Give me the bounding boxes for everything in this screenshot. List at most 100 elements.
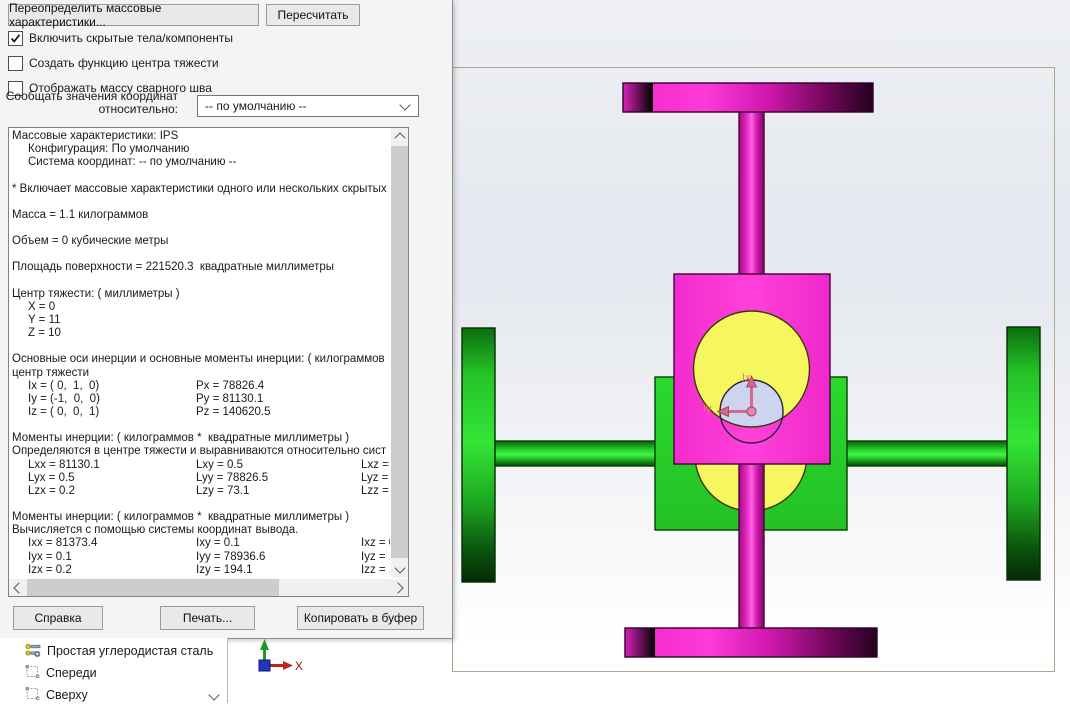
results-cell: Основные оси инерции и основные моменты … (12, 353, 385, 365)
results-line: Lxx = 81130.1Lxy = 0.5Lxz = 0.2 (9, 459, 390, 472)
magenta-flange-top[interactable] (623, 83, 873, 112)
material-icon (25, 642, 41, 661)
results-cell: Izy = 194.1 (196, 564, 253, 576)
plane-icon (25, 664, 40, 682)
results-cell: Izz = 140753.7 (361, 564, 390, 576)
results-line: Вычисляется с помощью системы координат … (9, 524, 390, 537)
results-cell: Iyz = 194.1 (361, 551, 390, 563)
results-cell: Центр тяжести: ( миллиметры ) (12, 288, 180, 300)
results-line: Z = 10 (9, 327, 390, 340)
results-cell: Lyx = 0.5 (28, 472, 75, 484)
results-cell: Ixy = 0.1 (196, 537, 240, 549)
results-cell: Ix = ( 0, 1, 0) (28, 380, 99, 392)
recalculate-button[interactable]: Пересчитать (266, 4, 360, 26)
green-shaft-left[interactable] (494, 441, 656, 466)
tree-item[interactable]: Спереди (25, 664, 97, 682)
horizontal-scrollbar[interactable] (9, 579, 408, 596)
plane-icon (25, 686, 40, 704)
magenta-flange-bottom[interactable] (625, 628, 877, 657)
results-cell: Система координат: -- по умолчанию -- (28, 156, 236, 168)
results-line (9, 222, 390, 235)
tree-item-label: Простая углеродистая сталь (47, 644, 213, 658)
tree-item[interactable]: Сверху (25, 686, 88, 704)
results-cell: X = 0 (28, 301, 55, 313)
results-line (9, 498, 390, 511)
chevron-down-icon (208, 689, 219, 700)
results-line: Lzx = 0.2Lzy = 73.1Lzz = 140620.5 (9, 485, 390, 498)
results-line: Конфигурация: По умолчанию (9, 143, 390, 156)
results-line: Площадь поверхности = 221520.3 квадратны… (9, 261, 390, 274)
tree-item-label: Сверху (46, 688, 88, 702)
results-line (9, 419, 390, 432)
green-flange-left[interactable] (462, 328, 495, 582)
results-line: Определяются в центре тяжести и выравнив… (9, 445, 390, 458)
results-line: Моменты инерции: ( килограммов * квадрат… (9, 511, 390, 524)
checkbox-row[interactable]: Создать функцию центра тяжести (8, 56, 219, 70)
results-cell: Py = 81130.1 (196, 393, 263, 405)
results-cell: Lyz = 73.1 (361, 472, 390, 484)
scroll-left-icon[interactable] (13, 582, 24, 593)
results-cell: Iyx = 0.1 (28, 551, 72, 563)
checkbox-row[interactable]: Включить скрытые тела/компоненты (8, 31, 233, 45)
scroll-up-icon[interactable] (394, 132, 405, 143)
results-line (9, 196, 390, 209)
results-cell: Вычисляется с помощью системы координат … (12, 524, 298, 536)
green-shaft-right[interactable] (830, 441, 1008, 466)
com-origin-ball (747, 407, 756, 416)
x-axis-label: X (295, 659, 303, 673)
checkbox-unchecked[interactable] (8, 56, 23, 71)
coordinate-system-select[interactable]: -- по умолчанию -- (197, 95, 419, 117)
results-cell: Lzz = 140620.5 (361, 485, 390, 497)
results-line: X = 0 (9, 301, 390, 314)
model-shapes[interactable] (462, 83, 1040, 657)
results-line: Ix = ( 0, 1, 0) Px = 78826.4 (9, 380, 390, 393)
mass-properties-results[interactable]: Массовые характеристики: IPSКонфигурация… (8, 127, 409, 597)
results-line: Масса = 1.1 килограммов (9, 209, 390, 222)
results-line: Объем = 0 кубические метры (9, 235, 390, 248)
results-cell: Определяются в центре тяжести и выравнив… (12, 445, 386, 457)
horizontal-scrollbar-thumb[interactable] (27, 579, 279, 596)
results-line: Система координат: -- по умолчанию -- (9, 156, 390, 169)
green-flange-right[interactable] (1007, 327, 1040, 580)
results-line (9, 169, 390, 182)
results-cell: Iyy = 78936.6 (196, 551, 265, 563)
vertical-scrollbar[interactable] (391, 128, 408, 578)
results-cell: Площадь поверхности = 221520.3 квадратны… (12, 261, 334, 273)
results-line: Izx = 0.2 Izy = 194.1 Izz = 140753.7 (9, 564, 390, 577)
com-axis-up-label: Ix (742, 372, 751, 384)
results-cell: Y = 11 (28, 314, 61, 326)
results-line: Основные оси инерции и основные моменты … (9, 353, 390, 366)
help-button[interactable]: Справка (13, 606, 103, 630)
results-line (9, 275, 390, 288)
com-axis-left-label: Iy (703, 403, 712, 415)
results-cell: Pz = 140620.5 (196, 406, 271, 418)
tree-item[interactable]: Простая углеродистая сталь (25, 642, 213, 660)
results-cell: Объем = 0 кубические метры (12, 235, 168, 247)
checkbox-checked[interactable] (8, 31, 23, 46)
magenta-stem-bottom[interactable] (739, 464, 764, 629)
scroll-down-icon[interactable] (394, 562, 405, 573)
print-button[interactable]: Печать... (160, 606, 255, 630)
results-line: Ixx = 81373.4Ixy = 0.1Ixz = 0.2 (9, 537, 390, 550)
results-cell: Массовые характеристики: IPS (12, 130, 178, 142)
results-text: Массовые характеристики: IPSКонфигурация… (9, 130, 390, 578)
results-cell: Iz = ( 0, 0, 1) (28, 406, 99, 418)
vertical-scrollbar-thumb[interactable] (391, 146, 408, 558)
results-cell: Lzx = 0.2 (28, 485, 75, 497)
results-cell: Масса = 1.1 килограммов (12, 209, 148, 221)
results-line: Iy = (-1, 0, 0)Py = 81130.1 (9, 393, 390, 406)
results-line: Lyx = 0.5Lyy = 78826.5Lyz = 73.1 (9, 472, 390, 485)
origin-cube (259, 660, 270, 671)
tree-scroll-down[interactable] (205, 688, 222, 702)
results-cell: Z = 10 (28, 327, 61, 339)
copy-to-clipboard-button[interactable]: Копировать в буфер (297, 606, 424, 630)
override-mass-properties-button[interactable]: Переопределить массовые характеристики..… (8, 4, 259, 26)
chevron-down-icon (399, 99, 410, 110)
results-cell: Моменты инерции: ( килограммов * квадрат… (12, 432, 349, 444)
scroll-right-icon[interactable] (392, 582, 403, 593)
results-cell: Izx = 0.2 (28, 564, 72, 576)
results-line (9, 248, 390, 261)
results-cell: Ixx = 81373.4 (28, 537, 97, 549)
results-cell: Px = 78826.4 (196, 380, 264, 392)
magenta-stem-top[interactable] (739, 111, 764, 275)
